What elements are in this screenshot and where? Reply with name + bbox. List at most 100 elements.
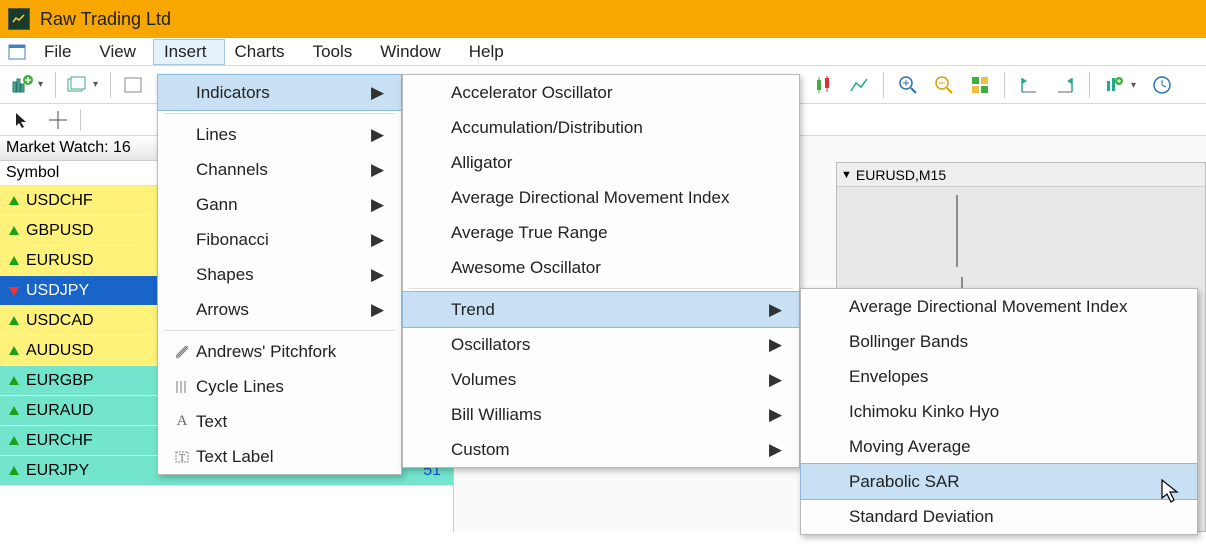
menu-item-label: Ichimoku Kinko Hyo	[849, 402, 1167, 422]
submenu-arrow-icon: ▶	[371, 195, 383, 215]
menu-item-label: Custom	[451, 440, 769, 460]
menu-item-icon	[168, 379, 196, 395]
menu-item[interactable]: Alligator	[403, 145, 799, 180]
symbol-name: AUDUSD	[26, 342, 176, 360]
menu-item-label: Lines	[196, 125, 371, 145]
menu-item-label: Envelopes	[849, 367, 1167, 387]
menu-item-label: Channels	[196, 160, 371, 180]
insert-submenu: Indicators▶Lines▶Channels▶Gann▶Fibonacci…	[157, 74, 402, 475]
menu-item[interactable]: Trend▶	[403, 292, 799, 327]
menu-item[interactable]: Channels▶	[158, 152, 401, 187]
symbol-name: EURUSD	[26, 252, 176, 270]
dropdown-icon[interactable]: ▾	[1131, 80, 1141, 91]
app-logo	[8, 8, 30, 30]
profiles-button[interactable]	[63, 70, 93, 100]
menu-item[interactable]: Average Directional Movement Index	[403, 180, 799, 215]
dropdown-icon[interactable]: ▾	[93, 79, 103, 90]
submenu-arrow-icon: ▶	[371, 300, 383, 320]
menu-item[interactable]: Gann▶	[158, 187, 401, 222]
menu-item[interactable]: Indicators▶	[158, 75, 401, 110]
menu-view[interactable]: View	[89, 40, 154, 64]
menu-item[interactable]: Accelerator Oscillator	[403, 75, 799, 110]
menu-tools[interactable]: Tools	[303, 40, 371, 64]
menu-item-label: Average Directional Movement Index	[849, 297, 1167, 317]
menu-item[interactable]: Envelopes	[801, 359, 1197, 394]
menu-icon	[6, 43, 28, 61]
menu-item[interactable]: Average Directional Movement Index	[801, 289, 1197, 324]
periodicity-icon[interactable]	[1147, 70, 1177, 100]
menu-item-label: Standard Deviation	[849, 507, 1167, 527]
shift-chart-icon[interactable]	[1014, 70, 1044, 100]
symbol-name: EURJPY	[26, 462, 176, 480]
menu-item-label: Bollinger Bands	[849, 332, 1167, 352]
menu-item[interactable]: Oscillators▶	[403, 327, 799, 362]
cursor-tool-icon[interactable]	[8, 107, 36, 133]
menu-item[interactable]: Cycle Lines	[158, 369, 401, 404]
crosshair-tool-icon[interactable]	[44, 107, 72, 133]
menu-item-label: Arrows	[196, 300, 371, 320]
tile-windows-icon[interactable]	[965, 70, 995, 100]
menu-item-icon: T	[168, 449, 196, 465]
menu-insert[interactable]: Insert	[154, 40, 225, 64]
up-arrow-icon	[6, 225, 22, 237]
indicators-list-icon[interactable]	[1099, 70, 1129, 100]
up-arrow-icon	[6, 435, 22, 447]
toolbar-icon[interactable]	[118, 70, 148, 100]
menu-charts[interactable]: Charts	[224, 40, 302, 64]
submenu-arrow-icon: ▶	[371, 265, 383, 285]
up-arrow-icon	[6, 465, 22, 477]
menu-item-icon	[168, 344, 196, 360]
submenu-arrow-icon: ▶	[769, 335, 781, 355]
symbol-name: EURAUD	[26, 402, 176, 420]
candlestick-icon[interactable]	[808, 70, 838, 100]
menu-item[interactable]: Awesome Oscillator	[403, 250, 799, 285]
submenu-arrow-icon: ▶	[371, 83, 383, 103]
menu-item[interactable]: Average True Range	[403, 215, 799, 250]
menu-item[interactable]: Bollinger Bands	[801, 324, 1197, 359]
titlebar: Raw Trading Ltd	[0, 0, 1206, 38]
dropdown-icon[interactable]: ▾	[38, 79, 48, 90]
menu-item-label: Volumes	[451, 370, 769, 390]
menu-item-label: Awesome Oscillator	[451, 258, 769, 278]
menu-item-label: Accelerator Oscillator	[451, 83, 769, 103]
trend-submenu: Average Directional Movement Index Bollin…	[800, 288, 1198, 535]
submenu-arrow-icon: ▶	[769, 440, 781, 460]
menu-item-label: Parabolic SAR	[849, 472, 1167, 492]
symbol-name: USDCHF	[26, 192, 176, 210]
menu-item-label: Andrews' Pitchfork	[196, 342, 371, 362]
svg-text:T: T	[179, 453, 185, 464]
menu-file[interactable]: File	[34, 40, 89, 64]
zoom-in-icon[interactable]	[893, 70, 923, 100]
menu-item-label: Average Directional Movement Index	[451, 188, 769, 208]
menu-item-label: Text	[196, 412, 371, 432]
line-chart-icon[interactable]	[844, 70, 874, 100]
symbol-name: USDJPY	[26, 282, 176, 300]
submenu-arrow-icon: ▶	[371, 125, 383, 145]
menu-item[interactable]: Standard Deviation	[801, 499, 1197, 534]
menu-item[interactable]: Fibonacci▶	[158, 222, 401, 257]
menu-item[interactable]: Bill Williams▶	[403, 397, 799, 432]
menu-item-icon: A	[168, 413, 196, 430]
menu-item[interactable]: Custom▶	[403, 432, 799, 467]
chart-tab-label: EURUSD,M15	[856, 167, 946, 183]
menu-item[interactable]: Parabolic SAR	[801, 464, 1197, 499]
menu-window[interactable]: Window	[370, 40, 458, 64]
menu-item[interactable]: Moving Average	[801, 429, 1197, 464]
menu-item[interactable]: AText	[158, 404, 401, 439]
symbol-name: EURCHF	[26, 432, 176, 450]
new-chart-button[interactable]	[8, 70, 38, 100]
menu-item[interactable]: Shapes▶	[158, 257, 401, 292]
menu-item[interactable]: TText Label	[158, 439, 401, 474]
submenu-arrow-icon: ▶	[371, 230, 383, 250]
menu-item[interactable]: Accumulation/Distribution	[403, 110, 799, 145]
auto-scroll-icon[interactable]	[1050, 70, 1080, 100]
menu-help[interactable]: Help	[459, 40, 522, 64]
menu-item[interactable]: Andrews' Pitchfork	[158, 334, 401, 369]
menu-item[interactable]: Ichimoku Kinko Hyo	[801, 394, 1197, 429]
menu-item[interactable]: Volumes▶	[403, 362, 799, 397]
menu-item[interactable]: Arrows▶	[158, 292, 401, 327]
zoom-out-icon[interactable]	[929, 70, 959, 100]
menu-item[interactable]: Lines▶	[158, 117, 401, 152]
submenu-arrow-icon: ▶	[769, 300, 781, 320]
menu-item-label: Fibonacci	[196, 230, 371, 250]
